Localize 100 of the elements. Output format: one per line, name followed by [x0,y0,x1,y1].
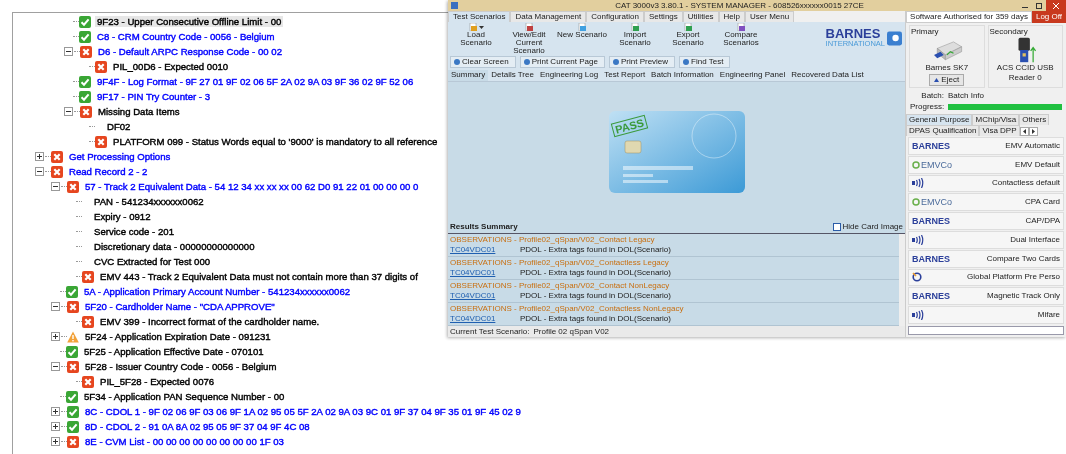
tree-item[interactable]: PAN - 541234xxxxxx0062 [92,196,206,207]
error-icon [82,375,94,388]
tree-item[interactable]: CVC Extracted for Test 000 [92,256,213,267]
tree-item[interactable]: 5F28 - Issuer Country Code - 0056 - Belgium [83,361,279,372]
tree-item[interactable]: DF02 [105,121,133,132]
scenario-item[interactable]: BARNES Compare Two Cards [908,249,1064,268]
toolbar-button[interactable]: Print Current Page [519,56,605,68]
tree-item[interactable]: EMV 399 - Incorrect format of the cardholder name. [98,316,322,327]
error-icon [95,135,107,148]
scenario-item[interactable]: EMVCo CPA Card [908,193,1064,212]
tree-item[interactable]: 5F20 - Cardholder Name - "CDA APPROVE" [83,301,277,312]
result-title: OBSERVATIONS - Profile02_qSpan/V02_Contactless Legacy [450,258,670,268]
ribbon-button[interactable]: Compare Scenarios [716,23,766,47]
scenario-label: Dual Interface [1010,234,1060,245]
scenario-tab[interactable]: DPAS Qualification [906,125,980,136]
scenario-tab[interactable]: Others [1019,114,1050,125]
ribbon-button[interactable]: Load Scenario [451,23,501,47]
tree-item[interactable]: 9F4F - Log Format - 9F 27 01 9F 02 06 5F 2A 02 9A 03 9F 36 02 9F 52 06 [95,76,416,87]
collapse-toggle[interactable] [64,107,73,116]
circle-icon [523,59,530,65]
tree-item[interactable]: PLATFORM 099 - Status Words equal to '9000' is mandatory to all reference [111,136,440,147]
view-tab[interactable]: Engineering Panel [716,70,789,81]
scenario-tab[interactable]: Visa DPP [979,125,1020,136]
tree-item[interactable]: C8 - CRM Country Code - 0056 - Belgium [95,31,277,42]
result-link[interactable]: TC04VDC01 [450,291,520,301]
window-title: CAT 3000v3 3.80.1 - SYSTEM MANAGER - 608526xxxxxx0015 27CE [614,0,865,11]
tree-item[interactable]: 9F23 - Upper Consecutive Offline Limit - 00 [95,16,284,27]
toolbar-button[interactable]: Print Preview [608,56,676,68]
section-heading: Results Summary [450,222,518,232]
collapse-toggle[interactable] [51,362,60,371]
status-label: Current Test Scenario: [450,326,530,337]
ribbon-button[interactable]: New Scenario [557,23,607,39]
tree-item[interactable]: Service code - 201 [92,226,176,237]
expand-toggle[interactable] [51,422,60,431]
collapse-toggle[interactable] [51,182,60,191]
tree-item[interactable]: D6 - Default ARPC Response Code - 00 02 [96,46,284,57]
toolbar-button[interactable]: Clear Screen [450,56,516,68]
view-tab[interactable]: Batch Information [648,70,717,81]
ribbon-button[interactable]: Import Scenario [610,23,660,47]
scenario-item[interactable]: EMVCo EMV Default [908,155,1064,174]
result-title: OBSERVATIONS - Profile02_qSpan/V02_Contact NonLegacy [450,281,671,291]
eject-icon [934,77,940,83]
collapse-toggle[interactable] [35,167,44,176]
view-tab[interactable]: Test Report [601,70,649,81]
scenario-item[interactable]: BARNES Magnetic Track Only [908,287,1064,306]
result-link[interactable]: TC04VDC01 [450,268,520,278]
collapse-toggle[interactable] [64,47,73,56]
scenario-item[interactable]: Contactless default [908,174,1064,193]
tree-item[interactable]: EMV 443 - Track 2 Equivalent Data must not contain more than 37 digits of [98,271,420,282]
view-tab[interactable]: Details Tree [488,70,537,81]
collapse-toggle[interactable] [51,302,60,311]
tree-item[interactable]: 8D - CDOL 2 - 91 0A 8A 02 95 05 9F 37 04 9F 4C 08 [83,421,312,432]
circle-icon [683,59,690,65]
tree-item[interactable]: 9F17 - PIN Try Counter - 3 [95,91,213,102]
close-button[interactable] [1046,0,1066,11]
tree-item[interactable]: 5F25 - Application Effective Date - 070101 [82,346,266,357]
result-detail: PDOL - Extra tags found in DOL(Scenario) [520,245,671,255]
tree-item[interactable]: 57 - Track 2 Equivalent Data - 54 12 34 xx xx xx 00 62 D0 91 22 01 00 00 00 0 [83,181,421,192]
scenario-item[interactable]: BARNES CAP/DPA [908,212,1064,230]
tree-item[interactable]: Read Record 2 - 2 [67,166,150,177]
toolbar-button[interactable]: Find Test [679,56,731,68]
expand-toggle[interactable] [51,332,60,341]
input-field[interactable] [908,326,1064,335]
expand-toggle[interactable] [51,407,60,416]
log-off-button[interactable]: Log Off [1032,11,1066,23]
tree-item[interactable]: PIL_5F28 - Expected 0076 [98,376,217,387]
view-tab[interactable]: Engineering Log [536,70,602,81]
check-icon [79,15,91,28]
tree-item[interactable]: Expiry - 0912 [92,211,153,222]
tree-item[interactable]: 5F34 - Application PAN Sequence Number - 00 [82,391,287,402]
scrollbar[interactable] [899,234,905,326]
tree-item[interactable]: Discretionary data - 00000000000000 [92,241,257,252]
scenario-item[interactable]: Mifare [908,306,1064,324]
view-tab[interactable]: Recovered Data List [788,70,867,81]
ribbon-button[interactable]: Export Scenario [663,23,713,47]
expand-toggle[interactable] [51,437,60,446]
tree-item[interactable]: 8C - CDOL 1 - 9F 02 06 9F 03 06 9F 1A 02 95 05 5F 2A 02 9A 03 9C 01 9F 37 04 9F 35 01 9F 45 02 9 [83,406,523,417]
result-link[interactable]: TC04VDC01 [450,245,520,255]
tree-item[interactable]: PIL_00D6 - Expected 0010 [111,61,231,72]
tree-item[interactable]: 8E - CVM List - 00 00 00 00 00 00 00 00 1F 03 [83,436,286,447]
result-link[interactable]: TC04VDC01 [450,314,520,324]
scenario-item[interactable]: Global Platform Pre Perso [908,268,1064,287]
scroll-right-icon[interactable] [1028,127,1038,136]
tree-item[interactable]: 5F24 - Application Expiration Date - 091231 [83,331,273,342]
check-icon [79,75,91,88]
caret-icon [478,25,484,29]
tree-item[interactable]: 5A - Application Primary Account Number - 541234xxxxxx0062 [82,286,353,297]
scenario-label: Magnetic Track Only [987,291,1060,302]
scenario-item[interactable]: BARNES EMV Automatic [908,137,1064,155]
scroll-left-icon[interactable] [1019,127,1029,136]
scenario-label: CAP/DPA [1025,216,1060,227]
view-tab[interactable]: Summary [448,70,489,81]
eject-button[interactable]: Eject [929,74,965,86]
tree-item[interactable]: Get Processing Options [67,151,173,162]
hide-card-image-checkbox[interactable]: Hide Card Image [832,222,903,232]
expand-toggle[interactable] [35,152,44,161]
tree-item[interactable]: Missing Data Items [96,106,182,117]
ribbon-button[interactable]: View/Edit Current Scenario [504,23,554,55]
company-logo: BARNES [912,291,950,302]
scenario-item[interactable]: Dual Interface [908,231,1064,249]
